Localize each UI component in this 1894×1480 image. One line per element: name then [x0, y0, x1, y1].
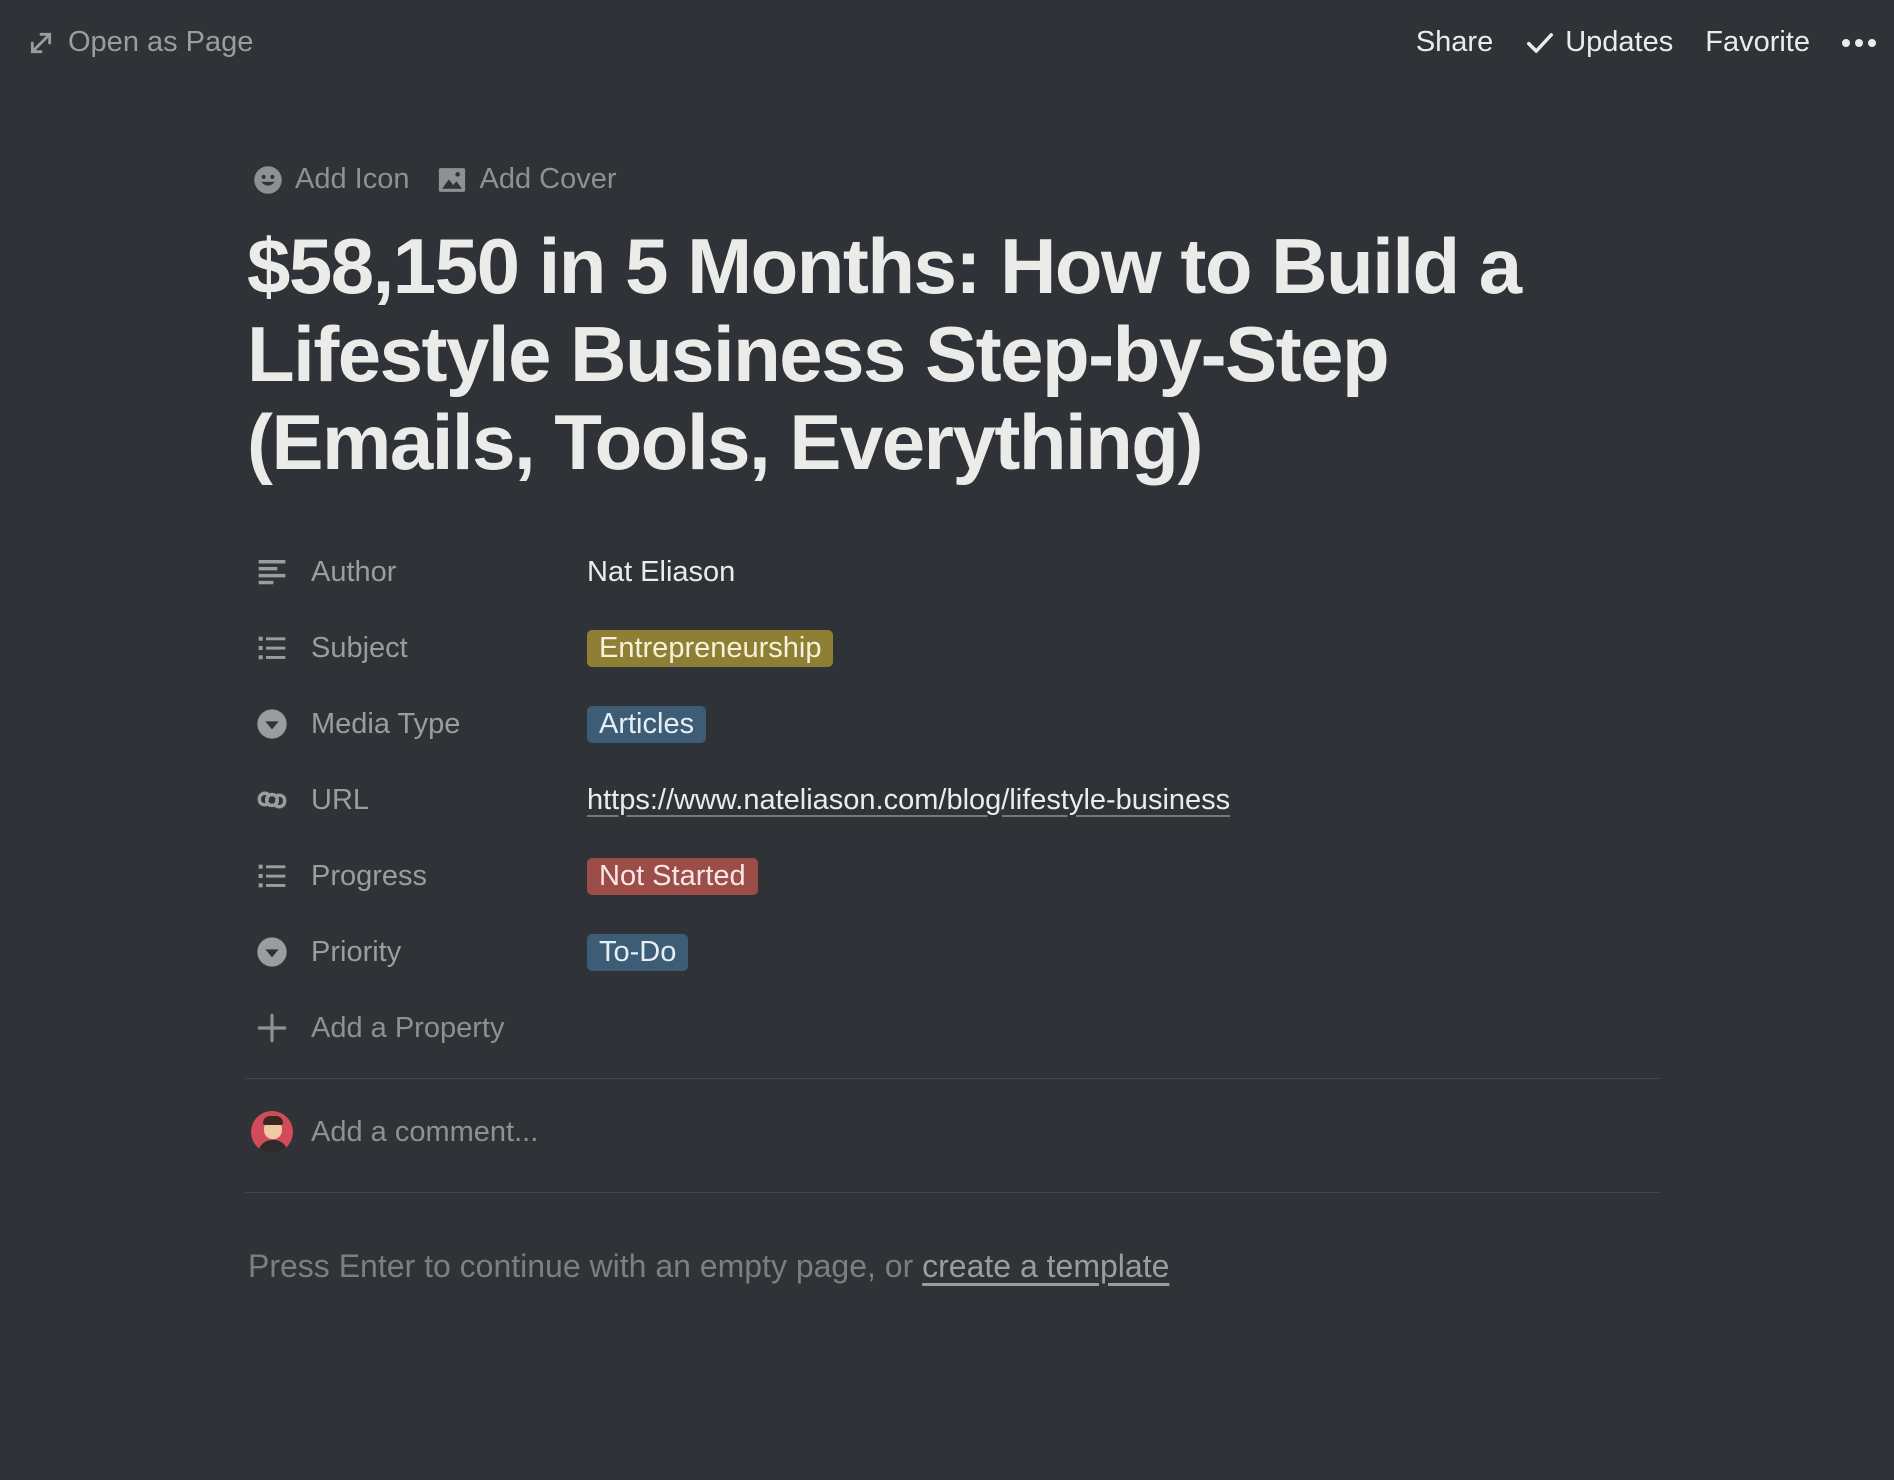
property-label: Priority [311, 935, 402, 968]
add-cover-button[interactable]: Add Cover [437, 163, 617, 196]
property-row-progress: Progress Not Started [247, 838, 1662, 914]
share-label: Share [1415, 26, 1494, 58]
subject-tag: Entrepreneurship [587, 629, 834, 667]
more-dots-icon [1842, 28, 1876, 58]
property-name-author[interactable]: Author [247, 553, 587, 591]
favorite-label: Favorite [1705, 26, 1810, 58]
comment-placeholder: Add a comment... [311, 1115, 539, 1148]
avatar [251, 1111, 293, 1153]
page-title[interactable]: $58,150 in 5 Months: How to Build a Life… [247, 222, 1647, 486]
property-name-progress[interactable]: Progress [247, 857, 587, 895]
select-icon [253, 933, 291, 971]
add-icon-label: Add Icon [295, 163, 410, 195]
property-label: Subject [311, 631, 408, 664]
subject-value[interactable]: Entrepreneurship [587, 629, 834, 667]
property-name-subject[interactable]: Subject [247, 629, 587, 667]
property-row-url: URL https://www.nateliason.com/blog/life… [247, 762, 1662, 838]
updates-button[interactable]: Updates [1525, 26, 1673, 59]
property-label: Progress [311, 859, 428, 892]
property-label: Media Type [311, 707, 461, 740]
progress-value[interactable]: Not Started [587, 857, 758, 895]
url-link[interactable]: https://www.nateliason.com/blog/lifestyl… [587, 784, 1230, 816]
add-property-label: Add a Property [311, 1011, 505, 1044]
open-as-page-label: Open as Page [68, 26, 254, 58]
property-name-media-type[interactable]: Media Type [247, 705, 587, 743]
updates-label: Updates [1565, 26, 1674, 58]
link-icon [253, 781, 291, 819]
property-label: URL [311, 783, 370, 816]
add-icon-button[interactable]: Add Icon [253, 163, 409, 196]
priority-value[interactable]: To-Do [587, 933, 689, 971]
media-type-value[interactable]: Articles [587, 705, 707, 743]
add-property: Add a Property [247, 1009, 587, 1047]
text-icon [253, 553, 291, 591]
author-value[interactable]: Nat Eliason [587, 556, 735, 589]
add-cover-label: Add Cover [479, 163, 617, 195]
property-row-priority: Priority To-Do [247, 914, 1662, 990]
media-type-tag: Articles [587, 705, 707, 743]
priority-tag: To-Do [587, 933, 689, 971]
share-button[interactable]: Share [1416, 26, 1493, 59]
checkmark-icon [1527, 32, 1554, 53]
select-icon [253, 705, 291, 743]
divider [245, 1078, 1660, 1079]
list-icon [253, 857, 291, 895]
plus-icon [253, 1009, 291, 1047]
progress-tag: Not Started [587, 857, 758, 895]
property-row-author: Author Nat Eliason [247, 534, 1662, 610]
image-icon [439, 167, 466, 192]
top-actions: Share Updates Favorite [1416, 26, 1876, 59]
create-template-link[interactable]: create a template [922, 1248, 1169, 1284]
list-icon [253, 629, 291, 667]
add-property-button[interactable]: Add a Property [247, 990, 1662, 1066]
property-name-url[interactable]: URL [247, 781, 587, 819]
smiley-icon [254, 165, 282, 194]
comment-input[interactable]: Add a comment... [247, 1104, 538, 1160]
property-label: Author [311, 555, 397, 588]
expand-arrow-icon [30, 32, 52, 53]
property-row-subject: Subject Entrepreneurship [247, 610, 1662, 686]
page-controls: Add Icon Add Cover [253, 163, 617, 196]
property-row-media-type: Media Type Articles [247, 686, 1662, 762]
properties-list: Author Nat Eliason Subject Entrepreneurs… [247, 534, 1662, 1066]
open-as-page-button[interactable]: Open as Page [28, 26, 253, 59]
top-bar: Open as Page Share Updates Favorite [0, 0, 1894, 92]
empty-page-hint: Press Enter to continue with an empty pa… [248, 1248, 1169, 1285]
more-options-button[interactable] [1842, 28, 1876, 58]
divider [245, 1192, 1660, 1193]
empty-hint-text: Press Enter to continue with an empty pa… [248, 1248, 923, 1284]
favorite-button[interactable]: Favorite [1705, 26, 1810, 59]
url-value: https://www.nateliason.com/blog/lifestyl… [587, 784, 1230, 817]
property-name-priority[interactable]: Priority [247, 933, 587, 971]
